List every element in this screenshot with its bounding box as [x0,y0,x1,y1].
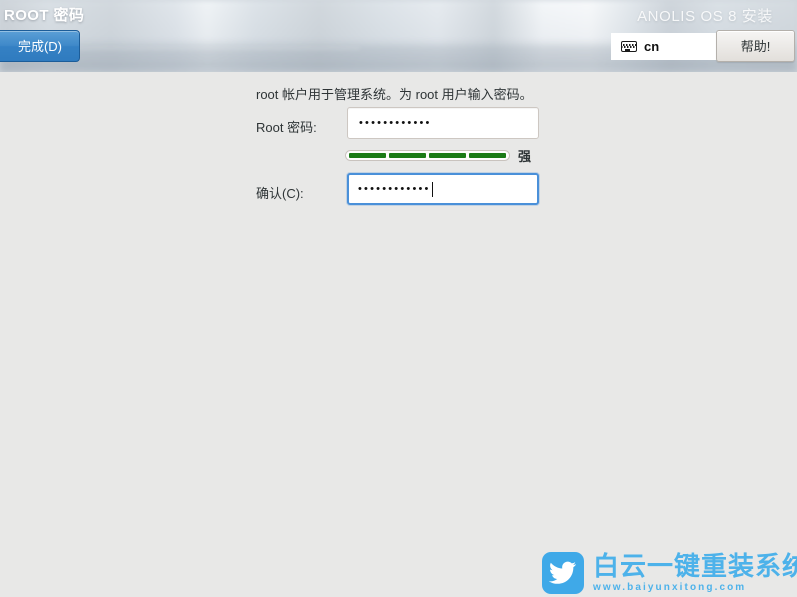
strength-segment [349,153,386,158]
text-cursor [431,181,433,197]
bird-icon [542,552,584,594]
watermark-brand: 白云一键重装系统 [593,550,797,581]
password-strength-meter [345,150,510,161]
strength-segment [429,153,466,158]
watermark-url: www.baiyunxitong.com [593,582,747,594]
confirm-password-input[interactable]: •••••••••••• [347,173,539,205]
password-strength-label: 强 [518,149,532,164]
page-title: ROOT 密码 [4,7,85,24]
root-password-label: Root 密码: [256,120,317,135]
keyboard-icon [621,41,637,52]
keyboard-layout-label: cn [644,39,660,54]
help-button[interactable]: 帮助! [716,30,795,62]
strength-segment [389,153,426,158]
root-password-input[interactable]: •••••••••••• [347,107,539,139]
watermark: 白云一键重装系统 www.baiyunxitong.com [542,552,797,594]
confirm-password-value: •••••••••••• [358,182,431,195]
root-password-description: root 帐户用于管理系统。为 root 用户输入密码。 [256,87,533,102]
root-password-value: •••••••••••• [359,116,432,129]
done-button[interactable]: 完成(D) [0,30,80,62]
confirm-password-label: 确认(C): [256,186,304,201]
main-content: root 帐户用于管理系统。为 root 用户输入密码。 Root 密码: ••… [0,72,797,597]
product-title: ANOLIS OS 8 安装 [637,8,773,25]
strength-segment [469,153,506,158]
